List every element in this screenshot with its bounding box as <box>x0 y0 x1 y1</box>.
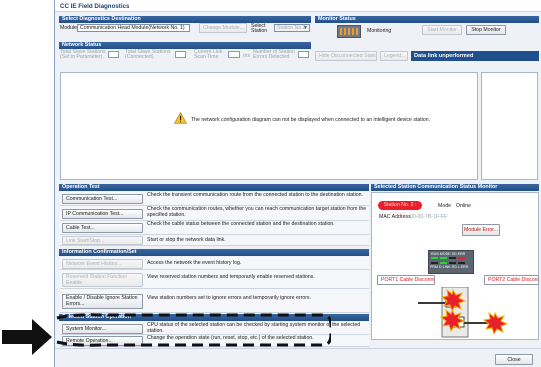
total-slave-connected-value <box>175 51 186 58</box>
total-slave-param-value <box>108 51 119 58</box>
station-list-panel <box>481 72 538 180</box>
list-item: Enable / Disable Ignore Station Errors..… <box>60 289 369 313</box>
link-start-stop-desc: Start or stop the network data link. <box>147 237 226 243</box>
start-monitor-button[interactable]: Start Monitor <box>422 25 462 35</box>
cable-test-button[interactable]: Cable Test... <box>62 223 143 233</box>
led-dlink <box>440 262 447 264</box>
pointer-arrow-icon <box>2 319 52 355</box>
diagram-message: The network configuration diagram can no… <box>191 117 431 123</box>
select-station-label: Select Station <box>251 23 268 34</box>
title-bar: CC IE Field Diagnostics <box>55 0 541 12</box>
change-module-button[interactable]: Change Module... <box>199 23 247 33</box>
module-dropdown-value: Communication Head Module(Network No. 1) <box>80 25 185 31</box>
ip-communication-test-desc: Check the communication routes, whether … <box>147 206 367 218</box>
module-dropdown[interactable]: Communication Head Module(Network No. 1) <box>77 24 190 32</box>
station-error-badge: Station No. 2 : Error <box>378 201 422 217</box>
led-label-prm: PRM <box>430 265 438 269</box>
led-run <box>431 257 438 259</box>
legend-button[interactable]: Legend... <box>380 51 408 61</box>
event-history-desc: Access the network the event history log… <box>147 260 242 266</box>
network-status-header: Network Status <box>59 42 311 49</box>
info-confirm-table: Network Event History... Access the netw… <box>60 257 369 313</box>
station-dropdown-value: Station No.2 <box>277 25 306 31</box>
total-slave-connected-label: Total Slave Stations (Connected) <box>125 49 171 60</box>
ignore-station-errors-button[interactable]: Enable / Disable Ignore Station Errors..… <box>62 294 143 309</box>
list-item: Link Start/Stop... Start or stop the net… <box>60 235 369 246</box>
led-label-mode: MODE <box>439 252 451 256</box>
communication-test-desc: Check the transient communication route … <box>147 192 363 198</box>
operation-test-table: Communication Test... Check the transien… <box>60 192 369 249</box>
error-stations-value <box>298 51 309 58</box>
window-title: CC IE Field Diagnostics <box>60 3 130 10</box>
list-item: Communication Test... Check the transien… <box>60 192 369 206</box>
monitoring-icon <box>337 25 361 38</box>
reserved-station-button[interactable]: Reserved Station Function Enable <box>62 273 143 287</box>
comm-monitor-header: Selected Station Communication Status Mo… <box>371 184 539 191</box>
module-error-button[interactable]: Module Error... <box>462 224 500 236</box>
led-lerr <box>458 262 465 264</box>
link-start-stop-button[interactable]: Link Start/Stop... <box>62 236 143 245</box>
mac-value: 00-00-7B-1F-FF <box>410 214 448 220</box>
total-slave-param-label: Total Slave Stations (Set in Parameter) <box>60 49 106 60</box>
list-item: Reserved Station Function Enable View re… <box>60 270 369 289</box>
highlight-callout <box>56 313 331 347</box>
network-diagram-area: The network configuration diagram can no… <box>60 72 478 180</box>
operation-test-header: Operation Test <box>59 184 369 191</box>
warning-icon <box>174 112 187 124</box>
data-link-status: Data link unperformed <box>411 51 539 61</box>
list-item: Network Event History... Access the netw… <box>60 257 369 270</box>
led-err <box>458 257 465 259</box>
chevron-down-icon: ▼ <box>303 25 308 31</box>
diagnostics-window: CC IE Field Diagnostics Select Diagnosti… <box>54 0 541 367</box>
current-link-scan-label: Current Link Scan Time <box>194 49 223 60</box>
monitor-status-header: Monitor Status <box>315 16 539 23</box>
led-mode <box>440 257 447 259</box>
module-label: Module <box>60 25 78 31</box>
led-label-run: RUN <box>431 252 439 256</box>
list-item: IP Communication Test... Check the commu… <box>60 206 369 221</box>
mac-label: MAC Address <box>379 214 411 220</box>
diag-dest-header: Select Diagnostics Destination <box>59 16 311 23</box>
led-label-err: ERR <box>457 252 466 256</box>
stop-monitor-button[interactable]: Stop Monitor <box>466 25 506 35</box>
led-sd <box>449 257 456 259</box>
comm-monitor-panel: Station No. 2 : Error Mode Online MAC Ad… <box>371 192 539 340</box>
monitoring-label: Monitoring <box>367 28 392 34</box>
led-label-rd: RD <box>451 265 457 269</box>
module-status-display: RUN MODE SD ERR PRM D LINK RD L ERR <box>428 250 474 274</box>
led-rd <box>449 262 456 264</box>
ip-communication-test-button[interactable]: IP Communication Test... <box>62 209 143 219</box>
error-stations-label: Number of Station Errors Detected <box>253 49 295 60</box>
mode-label: Mode <box>438 203 451 209</box>
port2-status[interactable]: PORT2 Cable Disconnected. <box>484 275 539 285</box>
event-history-button[interactable]: Network Event History... <box>62 259 143 269</box>
mode-value: Online <box>456 203 471 209</box>
hide-disconnected-button[interactable]: Hide Disconnected Station... <box>315 51 377 61</box>
led-label-dlink: D LINK <box>439 265 451 269</box>
port-connection-diagram <box>418 287 509 338</box>
close-button[interactable]: Close <box>495 354 533 365</box>
ms-unit-label: ms <box>243 53 250 59</box>
footer-bar: Close <box>55 348 541 367</box>
communication-test-button[interactable]: Communication Test... <box>62 194 143 204</box>
list-item: Cable Test... Check the cable status bet… <box>60 221 369 235</box>
station-dropdown[interactable]: Station No.2 ▼ <box>274 24 310 32</box>
led-label-lerr: L ERR <box>457 265 469 269</box>
info-confirm-header: Information Confirmation/Set <box>59 249 369 256</box>
ignore-station-errors-desc: View station numbers set to ignore error… <box>147 295 311 301</box>
reserved-station-desc: View reserved station numbers and tempor… <box>147 274 315 280</box>
led-label-sd: SD <box>451 252 457 256</box>
led-prm <box>431 262 438 264</box>
cable-test-desc: Check the cable status between the conne… <box>147 221 335 227</box>
port1-status[interactable]: PORT1 Cable Disconnected. <box>377 275 435 285</box>
current-link-scan-value <box>228 51 240 58</box>
